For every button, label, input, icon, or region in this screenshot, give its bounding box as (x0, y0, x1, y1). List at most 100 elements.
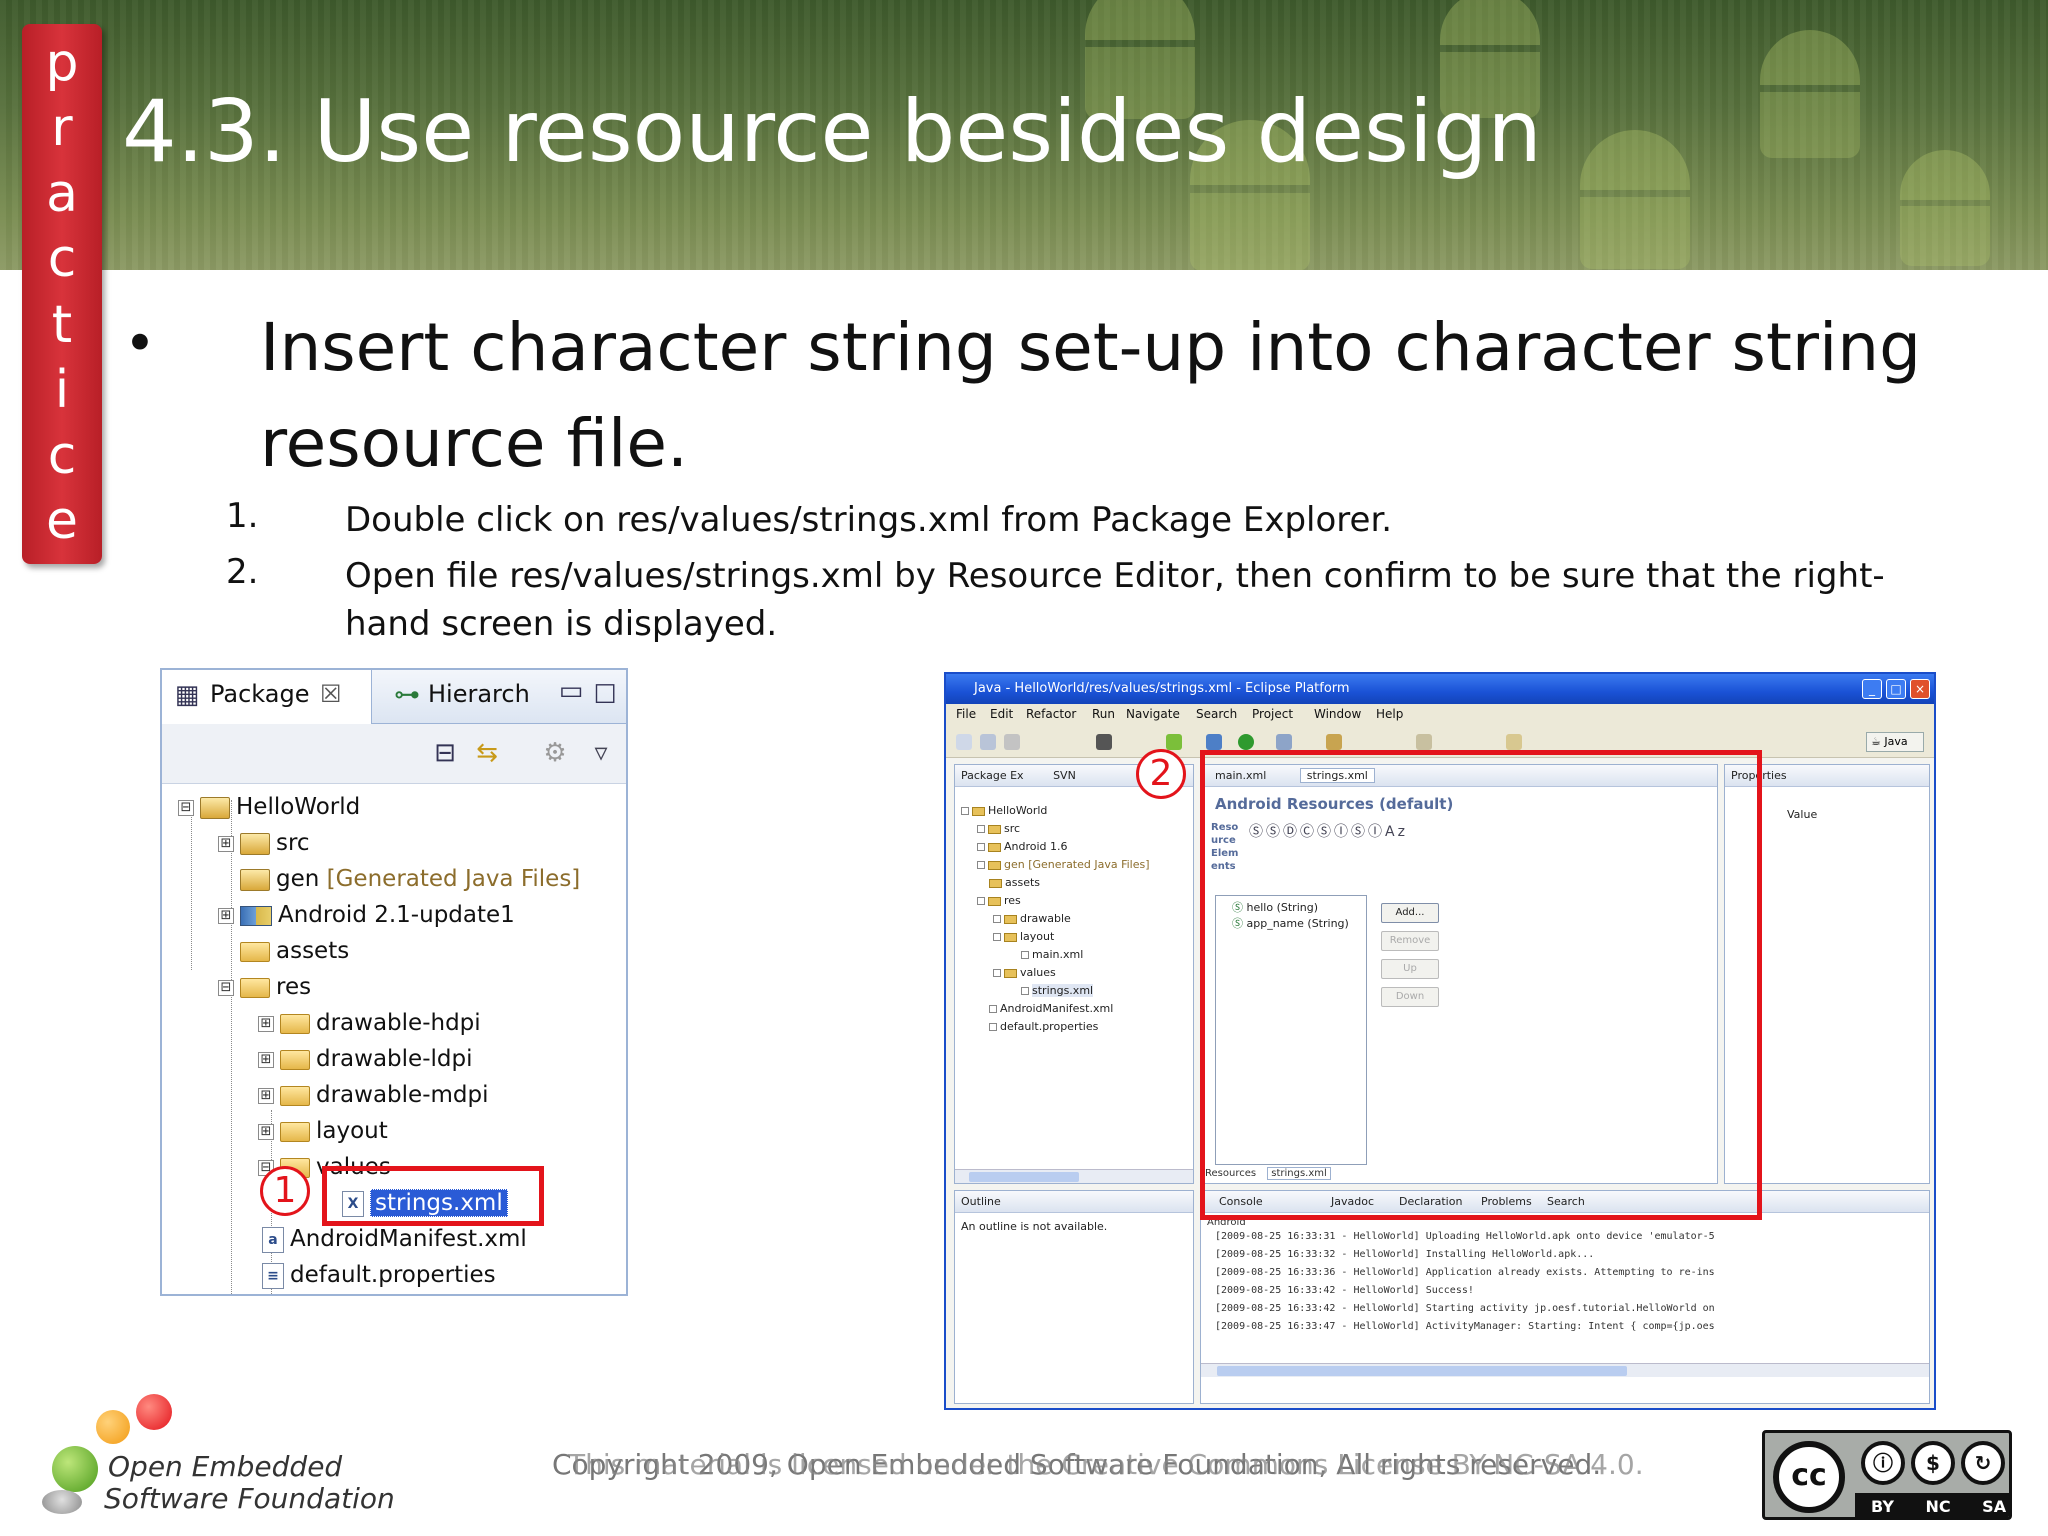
library-icon (240, 905, 272, 926)
tree-item-manifest[interactable]: a AndroidManifest.xml (262, 1224, 527, 1254)
menu-file[interactable]: File (956, 707, 976, 721)
tab-package-label: Package (210, 680, 310, 708)
device-icon[interactable] (1096, 734, 1112, 750)
android-sdk-icon[interactable] (1166, 734, 1182, 750)
tree-sublabel: [Generated Java Files] (326, 866, 581, 892)
tree-item-layout[interactable]: ⊞ layout (258, 1116, 388, 1146)
mini-tree-item[interactable]: main.xml (1021, 947, 1083, 963)
tree-label: drawable-hdpi (316, 1010, 481, 1036)
close-tab-icon[interactable]: ☒ (320, 680, 342, 708)
horizontal-scrollbar[interactable] (955, 1169, 1193, 1183)
save-icon[interactable] (980, 734, 996, 750)
sharealike-icon: ↻ (1961, 1441, 2005, 1485)
tree-item-gen[interactable]: gen [Generated Java Files] (240, 864, 580, 894)
menu-navigate[interactable]: Navigate (1126, 707, 1180, 721)
tree-label: res (276, 974, 312, 1000)
logo-dot-orange (96, 1410, 130, 1444)
tree-item-drawable-mdpi[interactable]: ⊞ drawable-mdpi (258, 1080, 489, 1110)
tree-item-res[interactable]: ⊟ res (218, 972, 311, 1002)
debug-icon[interactable] (1206, 734, 1222, 750)
perspective-switcher[interactable]: ☕ Java (1866, 732, 1924, 752)
search-icon[interactable] (1276, 734, 1292, 750)
mini-tree-item[interactable]: layout (993, 929, 1054, 945)
menu-help[interactable]: Help (1376, 707, 1403, 721)
menu-project[interactable]: Project (1252, 707, 1293, 721)
practice-letter: p (45, 32, 79, 93)
mini-tree-item[interactable]: gen [Generated Java Files] (977, 857, 1150, 873)
menu-run[interactable]: Run (1092, 707, 1115, 721)
collapse-all-icon[interactable]: ⊟ (430, 738, 460, 768)
minimize-icon[interactable]: ▭ (556, 676, 586, 706)
close-window-icon[interactable]: × (1910, 679, 1930, 699)
practice-letter: i (54, 360, 70, 421)
mini-tree-item[interactable]: HelloWorld (961, 803, 1047, 819)
menu-search[interactable]: Search (1196, 707, 1237, 721)
menu-edit[interactable]: Edit (990, 707, 1013, 721)
mini-tree-item[interactable]: values (993, 965, 1056, 981)
maximize-window-icon[interactable]: □ (1886, 679, 1906, 699)
tree-label: default.properties (290, 1262, 496, 1288)
maximize-icon[interactable]: ☐ (590, 680, 620, 710)
logo-text-line1: Open Embedded (108, 1450, 343, 1483)
cc-license-badge[interactable]: cc ⓘ $ ↻ BY NC SA (1762, 1430, 2012, 1520)
tree-item-drawable-hdpi[interactable]: ⊞ drawable-hdpi (258, 1008, 481, 1038)
mini-tree-item[interactable]: drawable (993, 911, 1071, 927)
link-with-editor-icon[interactable]: ⇆ (472, 738, 502, 768)
mini-tree-item[interactable]: src (977, 821, 1020, 837)
tree-item-drawable-ldpi[interactable]: ⊞ drawable-ldpi (258, 1044, 472, 1074)
expand-icon[interactable]: ⊞ (258, 1123, 274, 1140)
mini-tree-item[interactable]: strings.xml (1021, 983, 1094, 999)
step-number: 1. (226, 496, 259, 536)
mini-tree-item[interactable]: assets (989, 875, 1040, 891)
tab-hierarchy[interactable]: ⊶ Hierarch (392, 670, 572, 724)
run-icon[interactable] (1238, 734, 1254, 750)
practice-letter: c (47, 425, 77, 486)
expand-icon[interactable]: ⊞ (258, 1015, 274, 1032)
tree-item-android-lib[interactable]: ⊞ Android 2.1-update1 (218, 900, 515, 930)
tree-item-assets[interactable]: assets (240, 936, 349, 966)
tree-item-src[interactable]: ⊞ src (218, 828, 310, 858)
properties-file-icon: ≡ (262, 1262, 284, 1289)
mini-tree-item[interactable]: res (977, 893, 1021, 909)
oesf-logo: Open Embedded Software Foundation (36, 1394, 396, 1524)
tab-package[interactable]: ▦ Package ☒ (162, 670, 372, 724)
minimize-window-icon[interactable]: _ (1862, 679, 1882, 699)
outline-tab[interactable]: Outline (961, 1195, 1001, 1208)
new-icon[interactable] (956, 734, 972, 750)
package-explorer-toolbar: ⊟ ⇆ ⚙ ▿ (162, 724, 626, 784)
back-icon[interactable] (1506, 734, 1522, 750)
folder-icon (240, 941, 270, 962)
menu-refactor[interactable]: Refactor (1026, 707, 1076, 721)
view-menu-icon[interactable]: ▿ (586, 738, 616, 768)
print-icon[interactable] (1004, 734, 1020, 750)
practice-tab: p r a c t i c e (22, 24, 102, 564)
tree-label: drawable-ldpi (316, 1046, 473, 1072)
filter-icon[interactable]: ⚙ (540, 738, 570, 768)
generated-folder-icon (240, 868, 270, 891)
tree-item-project[interactable]: ⊟ HelloWorld (178, 792, 360, 822)
expand-icon[interactable]: ⊞ (218, 907, 234, 924)
mini-tab-package[interactable]: Package Ex (961, 769, 1024, 782)
hierarchy-icon: ⊶ (394, 680, 420, 710)
license-text: This material is licensed under the Crea… (568, 1448, 1644, 1481)
step-number: 2. (226, 552, 259, 592)
step-text: Double click on res/values/strings.xml f… (345, 500, 1393, 540)
next-annotation-icon[interactable] (1416, 734, 1432, 750)
menu-window[interactable]: Window (1314, 707, 1361, 721)
mini-tree-item[interactable]: AndroidManifest.xml (989, 1001, 1113, 1017)
open-type-icon[interactable] (1326, 734, 1342, 750)
mini-tree-item[interactable]: Android 1.6 (977, 839, 1068, 855)
collapse-icon[interactable]: ⊟ (178, 799, 194, 816)
expand-icon[interactable]: ⊞ (258, 1051, 274, 1068)
folder-icon (280, 1085, 310, 1106)
tree-label: drawable-mdpi (316, 1082, 489, 1108)
step-text: Open file res/values/strings.xml by Reso… (345, 556, 1885, 644)
expand-icon[interactable]: ⊞ (218, 835, 234, 852)
console-scrollbar[interactable] (1201, 1363, 1929, 1377)
tree-item-default-properties[interactable]: ≡ default.properties (262, 1260, 496, 1290)
collapse-icon[interactable]: ⊟ (218, 979, 234, 996)
mini-tree-item[interactable]: default.properties (989, 1019, 1098, 1035)
expand-icon[interactable]: ⊞ (258, 1087, 274, 1104)
noncommercial-icon: $ (1911, 1441, 1955, 1485)
mini-tab-svn[interactable]: SVN (1053, 769, 1076, 782)
